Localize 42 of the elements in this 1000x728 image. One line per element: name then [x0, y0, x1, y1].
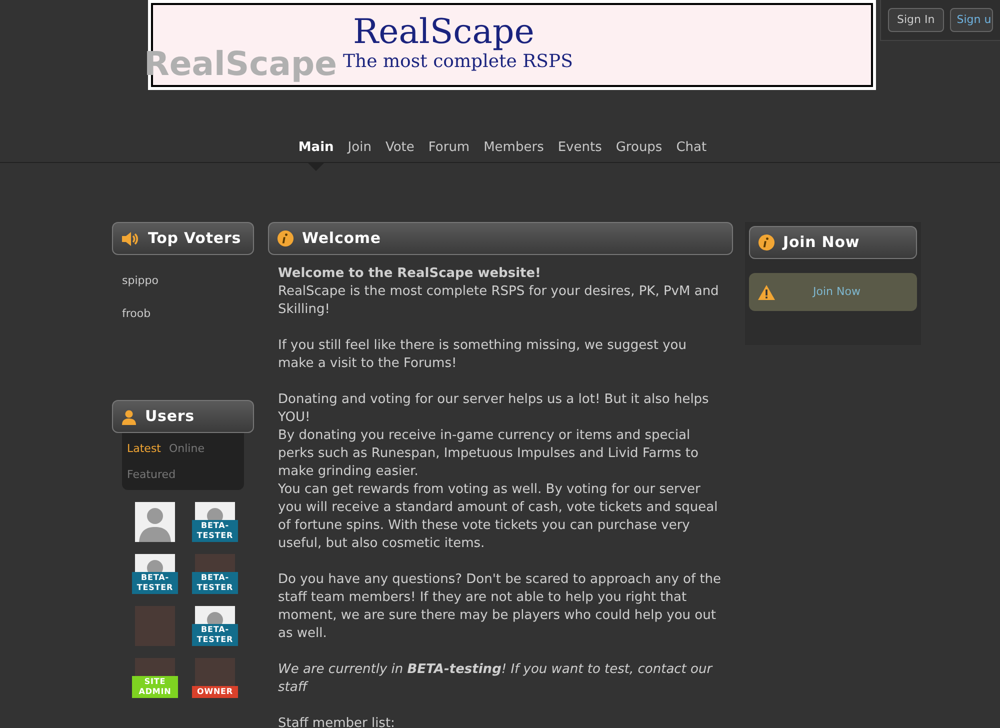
- welcome-paragraph: Donating and voting for our server helps us a lot! But it also helps YOU! By donating you receive in-game currency or items and special perks such as Runespan, Impetuous Impulses and Livid Farms to make grinding easier. You can get rewards from voting as well. By voting for our server you will receive a standard amount of cash, vote tickets and squeal of fortune spins. With these vote tickets you can purchase very useful, but also cosmetic items.: [278, 391, 719, 553]
- info-icon: [277, 230, 294, 247]
- welcome-paragraph: Do you have any questions? Don't be scared to approach any of the staff team members! If they are not able to help you right that moment, we are sure there may be players who could help you out as well.: [278, 571, 722, 643]
- avatar-silhouette[interactable]: [195, 502, 235, 520]
- banner-subtitle: The most complete RSPS: [343, 51, 573, 73]
- nav-link[interactable]: Events: [558, 139, 602, 157]
- sign-in-button[interactable]: Sign In: [888, 8, 944, 32]
- role-badge: OWNER: [192, 686, 238, 698]
- role-badge: BETA-TESTER: [132, 572, 178, 594]
- welcome-paragraph: If you still feel like there is something missing, we suggest you make a visit to the Forums!: [278, 337, 688, 373]
- users-tab[interactable]: Latest: [127, 436, 161, 462]
- role-badge: BETA-TESTER: [192, 624, 238, 646]
- panel-title: Users: [145, 406, 194, 428]
- voter-name[interactable]: spippo: [122, 273, 254, 290]
- users-tab[interactable]: Online: [169, 436, 204, 462]
- nav-link[interactable]: Join: [348, 139, 372, 157]
- users-tab[interactable]: Featured: [127, 462, 176, 488]
- nav-link[interactable]: Vote: [385, 139, 414, 157]
- nav-link[interactable]: Chat: [676, 139, 707, 157]
- warning-icon: [758, 284, 775, 300]
- nav-link[interactable]: Groups: [616, 139, 662, 157]
- nav-link[interactable]: Members: [484, 139, 544, 157]
- voter-name[interactable]: froob: [122, 306, 254, 322]
- panel-title: Join Now: [783, 232, 860, 254]
- banner-title: RealScape: [352, 13, 534, 51]
- sign-up-button[interactable]: Sign u: [950, 8, 994, 32]
- welcome-paragraph: Welcome to the RealScape website! RealScape is the most complete RSPS for your desires, PK, PvM and Skilling!: [278, 265, 720, 319]
- avatar-silhouette[interactable]: [135, 554, 175, 572]
- role-badge: BETA-TESTER: [192, 520, 238, 542]
- role-badge: SITE ADMIN: [132, 676, 178, 698]
- speaker-icon: [121, 230, 140, 246]
- panel-title: Top Voters: [148, 228, 242, 250]
- user-icon: [121, 408, 137, 424]
- welcome-paragraph: Staff member list:: [278, 715, 396, 728]
- nav-link[interactable]: Forum: [428, 139, 470, 157]
- nav-link[interactable]: Main: [298, 139, 334, 157]
- role-badge: BETA-TESTER: [192, 572, 238, 594]
- panel-title: Welcome: [302, 228, 381, 250]
- avatar-silhouette[interactable]: [135, 502, 175, 542]
- info-icon: [758, 234, 775, 251]
- avatar-silhouette[interactable]: [195, 606, 235, 624]
- welcome-paragraph: We are currently in BETA-testing! If you want to test, contact our staff: [278, 661, 714, 697]
